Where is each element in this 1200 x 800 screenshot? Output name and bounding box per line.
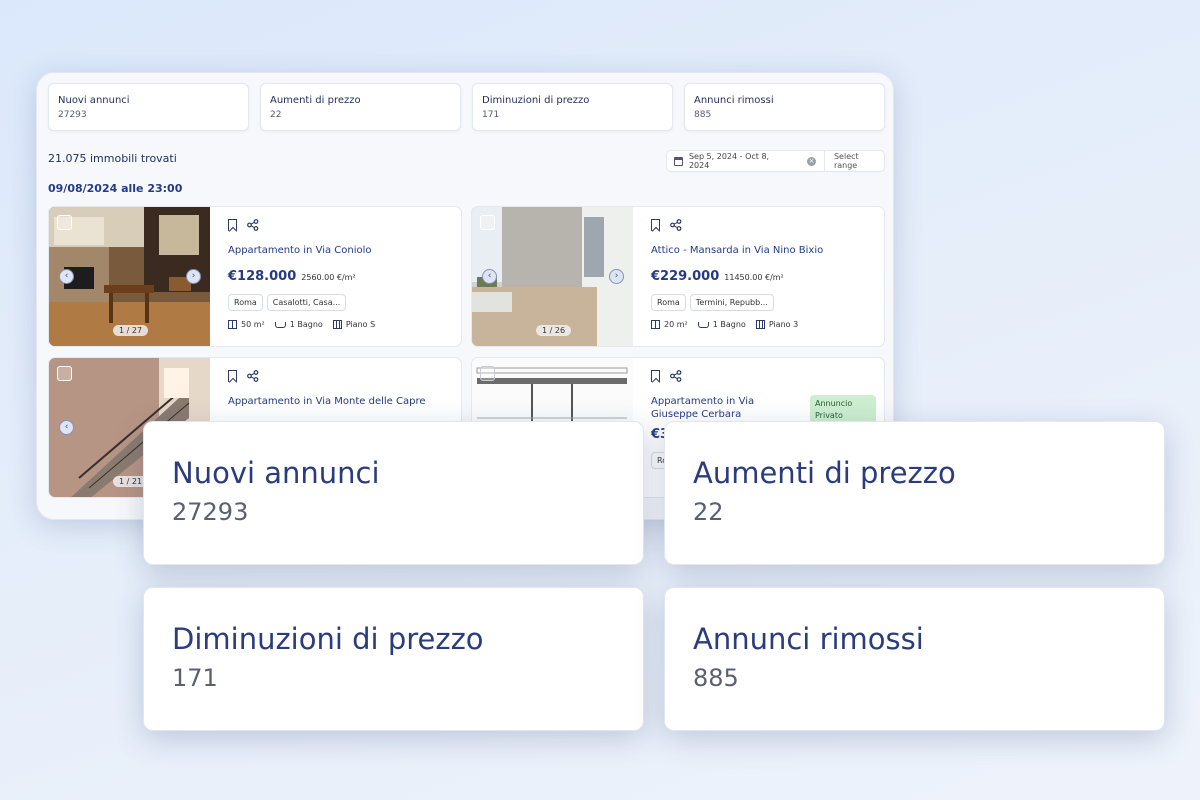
select-checkbox[interactable] [57,366,72,381]
bath-value: 1 Bagno [289,320,323,329]
bookmark-icon[interactable] [651,370,660,382]
select-range-button[interactable]: Select range [834,152,884,170]
listing-card[interactable]: ‹ › 1 / 26 Attico - Mansarda in Via Nino… [471,206,885,347]
stat-card-increase[interactable]: Aumenti di prezzo 22 [260,83,461,131]
listing-title[interactable]: Appartamento in Via Coniolo [228,244,453,257]
price-per-m2: 11450.00 €/m² [724,273,784,282]
select-checkbox[interactable] [480,215,495,230]
bathtub-icon [274,321,286,328]
floor-value: Piano S [345,320,376,329]
clear-icon[interactable]: × [807,156,816,166]
stat-title: Diminuzioni di prezzo [172,622,484,656]
share-icon[interactable] [247,219,259,231]
share-icon[interactable] [247,370,259,382]
stat-title: Annunci rimossi [693,622,924,656]
zoom-stat-card-new[interactable]: Nuovi annunci 27293 [143,421,644,565]
area-icon [228,320,237,329]
stat-title: Aumenti di prezzo [693,456,956,490]
next-photo-button[interactable]: › [609,269,624,284]
bathtub-icon [697,321,709,328]
stat-title: Aumenti di prezzo [270,95,361,106]
stat-card-removed[interactable]: Annunci rimossi 885 [684,83,885,131]
listing-title[interactable]: Appartamento in Via Giuseppe Cerbara [651,395,791,421]
stat-value: 27293 [58,110,87,120]
stats-row: Nuovi annunci 27293 Aumenti di prezzo 22 D… [48,83,885,131]
zoom-stat-card-removed[interactable]: Annunci rimossi 885 [664,587,1165,731]
price-per-m2: 2560.00 €/m² [301,273,356,282]
prev-photo-button[interactable]: ‹ [59,269,74,284]
stat-value: 27293 [172,498,249,526]
select-checkbox[interactable] [57,215,72,230]
zoom-stat-card-increase[interactable]: Aumenti di prezzo 22 [664,421,1165,565]
stat-card-decrease[interactable]: Diminuzioni di prezzo 171 [472,83,673,131]
city-tag: Roma [651,294,686,311]
stat-value: 171 [482,110,500,120]
prev-photo-button[interactable]: ‹ [482,269,497,284]
bath-value: 1 Bagno [712,320,746,329]
divider [823,150,825,172]
listing-price: €229.000 [651,269,720,284]
next-photo-button[interactable]: › [186,269,201,284]
area-value: 20 m² [664,320,688,329]
listing-title[interactable]: Attico - Mansarda in Via Nino Bixio [651,244,876,257]
bookmark-icon[interactable] [651,219,660,231]
stat-value: 171 [172,664,218,692]
city-tag: Roma [228,294,263,311]
floor-value: Piano 3 [768,320,799,329]
stat-title: Diminuzioni di prezzo [482,95,590,106]
stat-title: Annunci rimossi [694,95,774,106]
stat-value: 885 [694,110,712,120]
stat-value: 22 [693,498,724,526]
zone-tag: Termini, Repubb... [689,294,774,311]
date-range-value: Sep 5, 2024 - Oct 8, 2024 [688,152,770,170]
date-range-picker[interactable]: Sep 5, 2024 - Oct 8, 2024 × Select range [666,150,885,172]
prev-photo-button[interactable]: ‹ [59,420,74,435]
stat-value: 22 [270,110,282,120]
floor-icon [755,320,765,329]
zoom-stat-card-decrease[interactable]: Diminuzioni di prezzo 171 [143,587,644,731]
listing-price: €128.000 [228,269,297,284]
photo-counter: 1 / 27 [113,325,149,336]
stat-card-new[interactable]: Nuovi annunci 27293 [48,83,249,131]
listing-card[interactable]: ‹ › 1 / 27 Appartamento in Via Coniolo €… [48,206,462,347]
date-heading: 09/08/2024 alle 23:00 [48,182,183,195]
floor-icon [332,320,342,329]
stat-value: 885 [693,664,739,692]
select-checkbox[interactable] [480,366,495,381]
zone-tag: Casalotti, Casa... [266,294,347,311]
bookmark-icon[interactable] [228,219,237,231]
listing-title[interactable]: Appartamento in Via Monte delle Capre [228,395,453,408]
bookmark-icon[interactable] [228,370,237,382]
stat-title: Nuovi annunci [172,456,380,490]
stat-title: Nuovi annunci [58,95,130,106]
results-count: 21.075 immobili trovati [48,152,177,165]
share-icon[interactable] [670,370,682,382]
calendar-icon [674,156,683,166]
photo-counter: 1 / 26 [536,325,572,336]
area-icon [651,320,660,329]
area-value: 50 m² [241,320,265,329]
share-icon[interactable] [670,219,682,231]
